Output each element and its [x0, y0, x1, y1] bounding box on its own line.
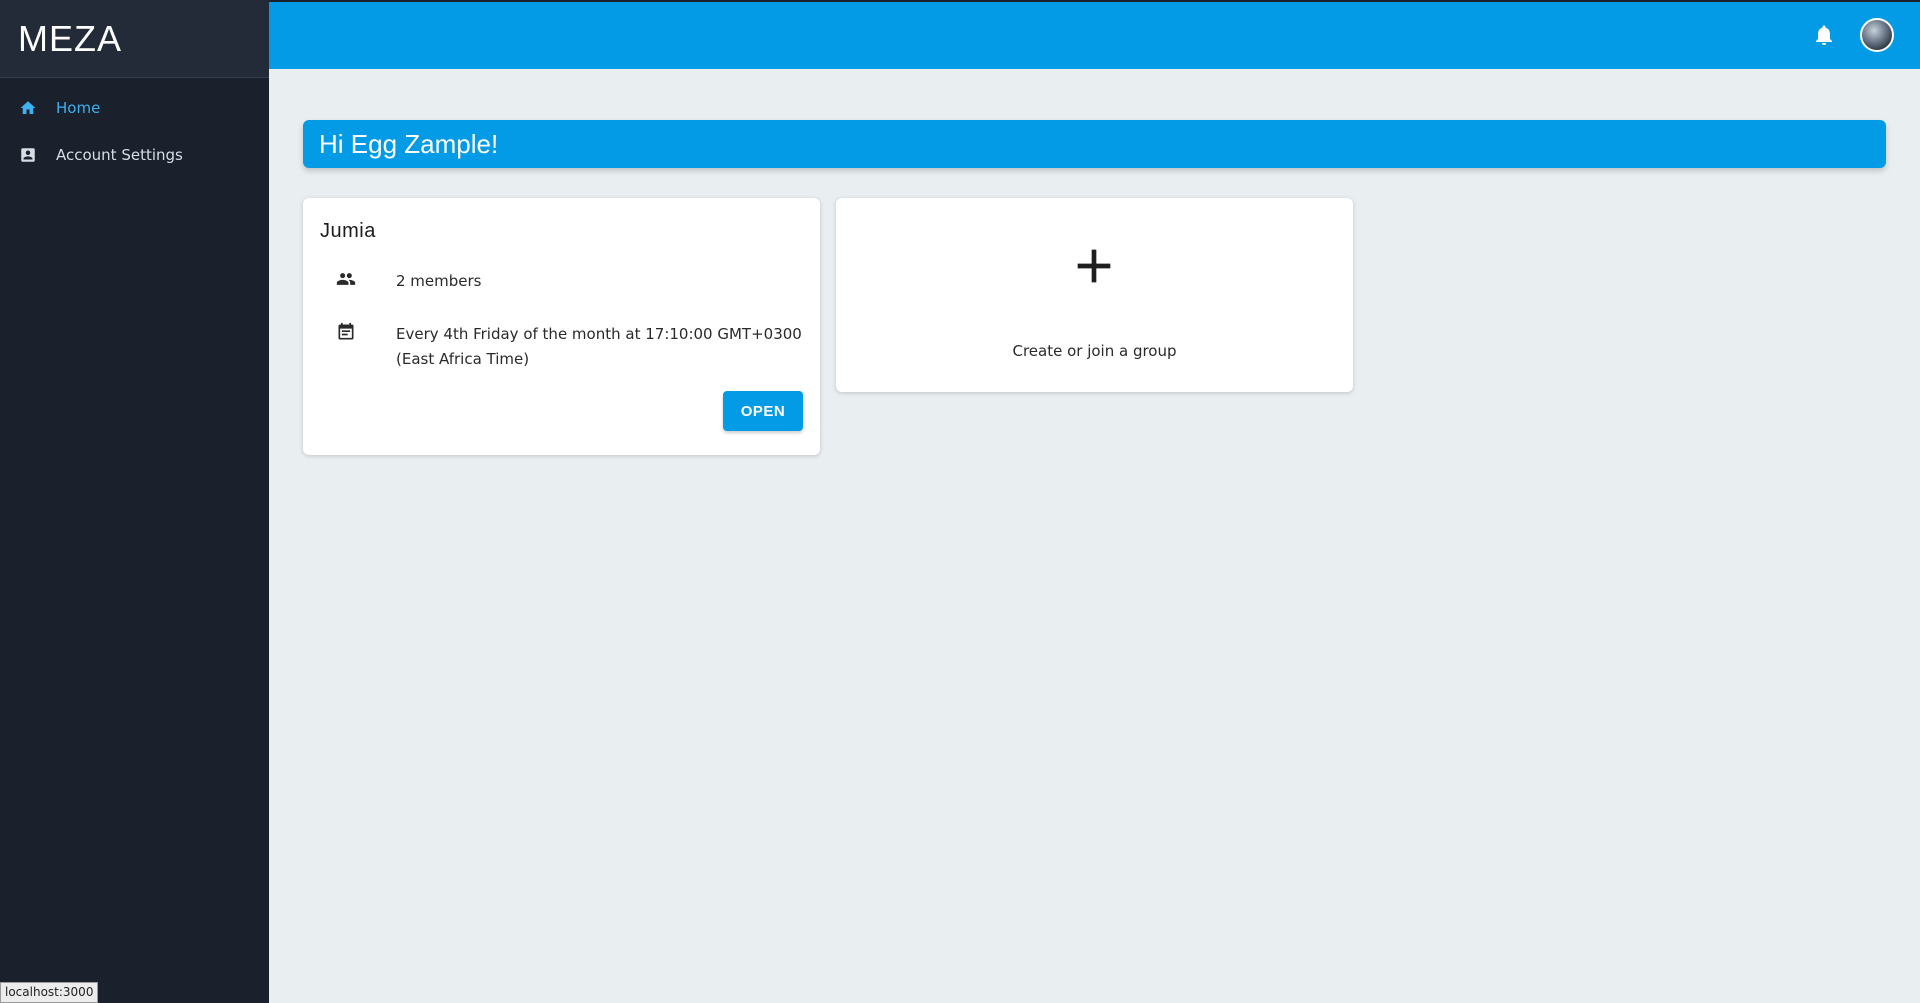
- bell-icon[interactable]: [1812, 23, 1836, 47]
- home-icon: [18, 98, 38, 118]
- open-group-button[interactable]: OPEN: [723, 391, 803, 431]
- people-icon: [336, 269, 358, 291]
- create-or-join-group-card[interactable]: Create or join a group: [836, 198, 1353, 392]
- status-bar-url: localhost:3000: [0, 982, 99, 1003]
- sidebar: MEZA Home Account Settings: [0, 0, 269, 1003]
- sidebar-item-account-settings[interactable]: Account Settings: [0, 131, 269, 178]
- members-count: 2 members: [396, 272, 482, 290]
- plus-icon: [1066, 238, 1122, 294]
- greeting-banner: Hi Egg Zample!: [303, 120, 1886, 168]
- account-box-icon: [18, 145, 38, 165]
- calendar-icon: [336, 322, 358, 344]
- schedule-row: Every 4th Friday of the month at 17:10:0…: [303, 322, 802, 368]
- sidebar-item-label: Home: [56, 98, 101, 117]
- meeting-schedule: Every 4th Friday of the month at 17:10:0…: [396, 325, 802, 368]
- sidebar-nav: Home Account Settings: [0, 78, 269, 178]
- top-app-bar: [269, 0, 1920, 69]
- brand-logo[interactable]: MEZA: [0, 0, 269, 78]
- sidebar-item-home[interactable]: Home: [0, 84, 269, 131]
- group-title: Jumia: [320, 220, 376, 242]
- user-avatar[interactable]: [1860, 18, 1894, 52]
- top-actions: [1812, 18, 1894, 52]
- create-group-label: Create or join a group: [1012, 342, 1177, 360]
- sidebar-item-label: Account Settings: [56, 145, 183, 164]
- members-row: 2 members: [303, 269, 482, 291]
